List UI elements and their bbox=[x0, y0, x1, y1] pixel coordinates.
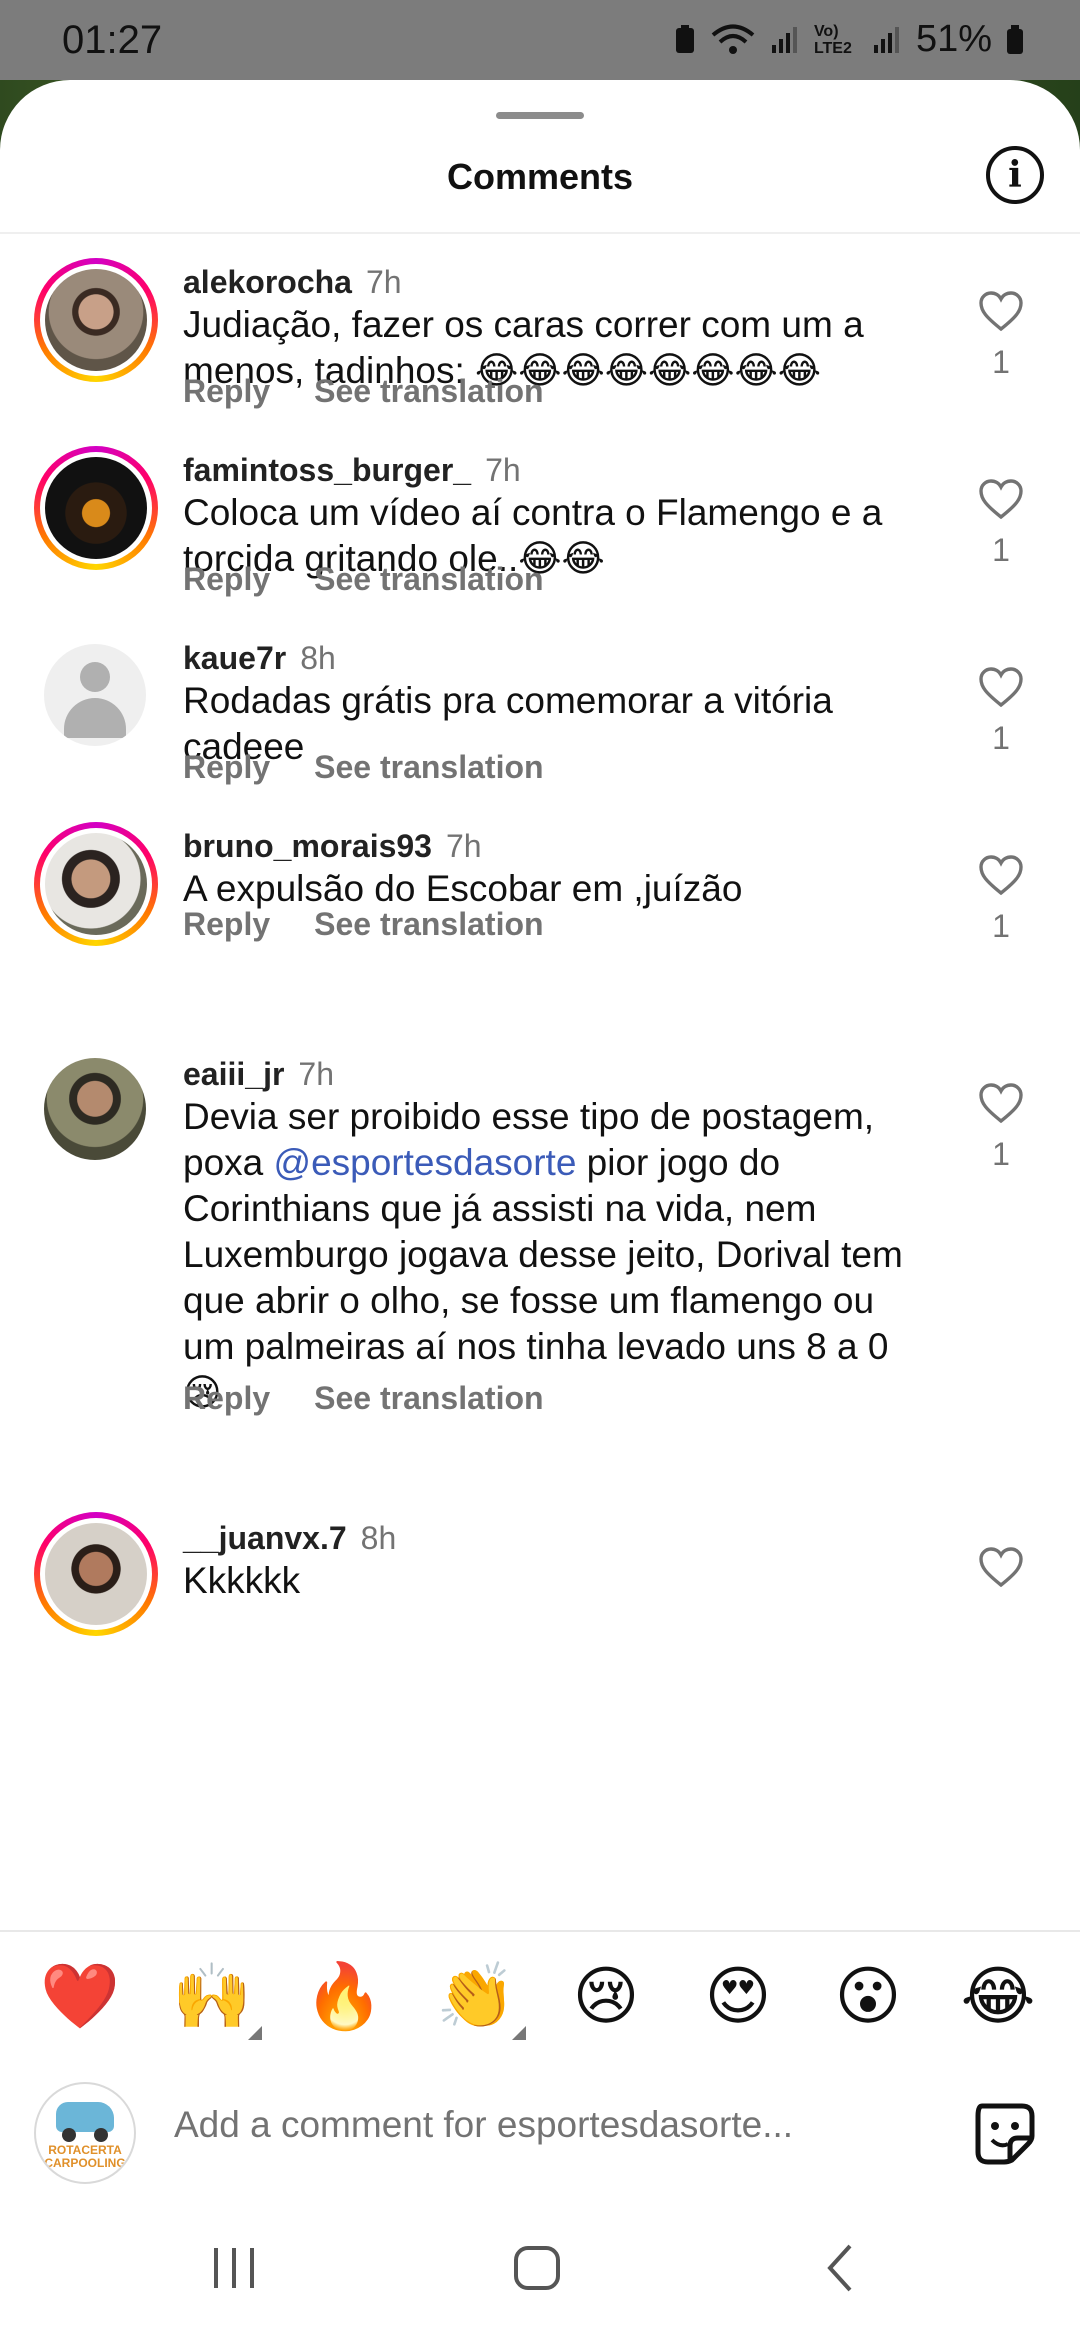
like-count: 1 bbox=[992, 532, 1010, 568]
comment-composer: ROTACERTA CARPOOLING Add a comment for e… bbox=[0, 2056, 1080, 2206]
clap-icon: 👏 bbox=[436, 1960, 516, 2032]
see-translation-button[interactable]: See translation bbox=[314, 1380, 543, 1416]
username[interactable]: bruno_morais93 bbox=[183, 828, 432, 864]
like-button[interactable] bbox=[974, 1546, 1028, 1588]
see-translation-button[interactable]: See translation bbox=[314, 373, 543, 409]
avatar[interactable] bbox=[34, 446, 158, 570]
battery-icon bbox=[1007, 24, 1023, 54]
reaction-heart-eyes-button[interactable]: 😍 bbox=[698, 1956, 778, 2036]
like-button[interactable]: 1 bbox=[974, 478, 1028, 569]
like-count: 1 bbox=[992, 1136, 1010, 1172]
status-time: 01:27 bbox=[62, 18, 163, 62]
heart-icon[interactable] bbox=[978, 478, 1024, 520]
heart-icon[interactable] bbox=[978, 1546, 1024, 1588]
back-icon[interactable] bbox=[822, 2242, 858, 2294]
recent-apps-icon[interactable] bbox=[210, 2246, 258, 2290]
wifi-icon bbox=[711, 24, 755, 54]
avatar-placeholder[interactable] bbox=[44, 644, 146, 746]
raised-hands-icon: 🙌 bbox=[172, 1960, 252, 2032]
username[interactable]: __juanvx.7 bbox=[183, 1520, 347, 1556]
battery-saver-icon bbox=[675, 24, 694, 53]
like-button[interactable]: 1 bbox=[974, 854, 1028, 945]
skin-tone-indicator bbox=[512, 2026, 526, 2040]
heart-icon[interactable] bbox=[978, 666, 1024, 708]
like-button[interactable]: 1 bbox=[974, 666, 1028, 757]
username[interactable]: famintoss_burger_ bbox=[183, 452, 471, 488]
avatar[interactable] bbox=[44, 1058, 146, 1160]
quick-reactions-bar: ❤️ 🙌 🔥 👏 😢 😍 😮 😂 bbox=[0, 1930, 1080, 2056]
battery-percent: 51% bbox=[915, 18, 992, 60]
username[interactable]: kaue7r bbox=[183, 640, 286, 676]
system-nav-bar bbox=[0, 2206, 1080, 2340]
timestamp: 8h bbox=[300, 640, 336, 676]
comment-list[interactable]: alekorocha 7h Judiação, fazer os caras co… bbox=[0, 234, 1080, 1934]
heart-icon[interactable] bbox=[978, 290, 1024, 332]
like-count: 1 bbox=[992, 720, 1010, 756]
reaction-laughing-button[interactable]: 😂 bbox=[958, 1956, 1038, 2036]
avatar-logo-text: ROTACERTA CARPOOLING bbox=[44, 2143, 126, 2170]
timestamp: 7h bbox=[445, 828, 482, 864]
reply-button[interactable]: Reply bbox=[183, 749, 270, 785]
page-title: Comments bbox=[446, 156, 634, 197]
see-translation-button[interactable]: See translation bbox=[314, 561, 543, 597]
avatar: ROTACERTA CARPOOLING bbox=[34, 2082, 136, 2184]
timestamp: 8h bbox=[360, 1520, 397, 1556]
see-translation-button[interactable]: See translation bbox=[314, 749, 543, 785]
reaction-heart-button[interactable]: ❤️ bbox=[40, 1956, 120, 2036]
reply-button[interactable]: Reply bbox=[183, 1380, 270, 1416]
comments-sheet: Comments i alekorocha 7h Judiação, fazer … bbox=[0, 80, 1080, 2340]
reaction-clap-button[interactable]: 👏 bbox=[436, 1956, 526, 2040]
info-icon[interactable]: i bbox=[986, 146, 1044, 204]
like-button[interactable]: 1 bbox=[974, 1082, 1028, 1173]
signal-icon-2 bbox=[873, 26, 899, 53]
signal-icon bbox=[771, 26, 797, 53]
timestamp: 7h bbox=[485, 452, 521, 488]
reply-button[interactable]: Reply bbox=[183, 906, 270, 942]
like-count: 1 bbox=[992, 908, 1010, 944]
comment-input[interactable]: Add a comment for esportesdasorte... bbox=[174, 2104, 793, 2146]
username[interactable]: eaiii_jr bbox=[183, 1056, 284, 1092]
car-logo-icon bbox=[56, 2102, 114, 2132]
like-count: 1 bbox=[992, 344, 1010, 380]
home-icon[interactable] bbox=[512, 2244, 562, 2292]
reply-button[interactable]: Reply bbox=[183, 373, 270, 409]
avatar[interactable] bbox=[34, 1512, 158, 1636]
comment-text: Kkkkkk bbox=[183, 1560, 301, 1601]
drag-handle[interactable] bbox=[496, 112, 584, 119]
comment-text: Devia ser proibido esse tipo de postagem… bbox=[183, 1094, 923, 1416]
reaction-raised-hands-button[interactable]: 🙌 bbox=[172, 1956, 262, 2040]
mention-link[interactable]: @esportesdasorte bbox=[274, 1142, 577, 1183]
timestamp: 7h bbox=[298, 1056, 334, 1092]
avatar[interactable] bbox=[34, 822, 158, 946]
status-icons: Vo) LTE2 51% bbox=[674, 18, 1024, 61]
timestamp: 7h bbox=[365, 264, 402, 300]
sticker-icon[interactable] bbox=[972, 2100, 1038, 2166]
network-label: Vo) LTE2 bbox=[813, 22, 852, 57]
see-translation-button[interactable]: See translation bbox=[314, 906, 543, 942]
reaction-fire-button[interactable]: 🔥 bbox=[304, 1956, 384, 2036]
heart-icon[interactable] bbox=[978, 854, 1024, 896]
avatar[interactable] bbox=[34, 258, 158, 382]
status-bar: 01:27 Vo) LTE2 51% bbox=[0, 0, 1080, 88]
reply-button[interactable]: Reply bbox=[183, 561, 270, 597]
heart-icon[interactable] bbox=[978, 1082, 1024, 1124]
reaction-surprised-button[interactable]: 😮 bbox=[828, 1956, 908, 2036]
username[interactable]: alekorocha bbox=[183, 264, 352, 300]
skin-tone-indicator bbox=[248, 2026, 262, 2040]
like-button[interactable]: 1 bbox=[974, 290, 1028, 381]
reaction-crying-button[interactable]: 😢 bbox=[566, 1956, 646, 2036]
